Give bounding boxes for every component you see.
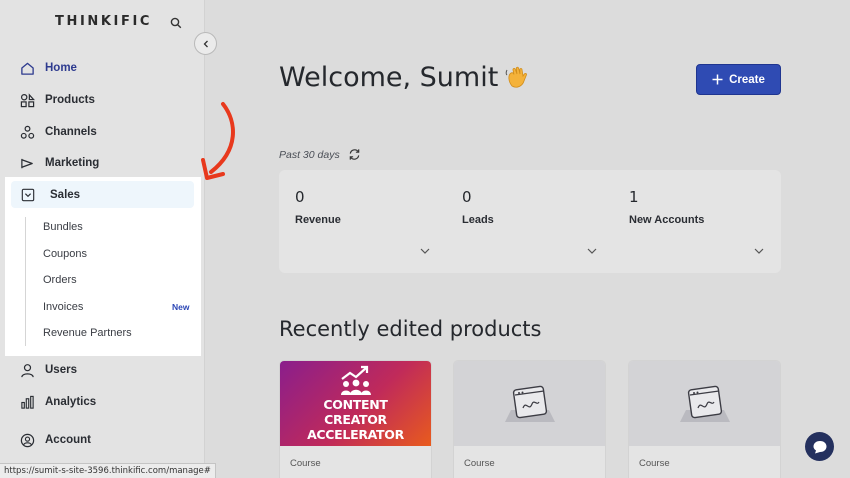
product-type: Course [290, 458, 321, 469]
chat-button[interactable] [805, 432, 834, 461]
sidebar-item-label: Users [45, 364, 77, 376]
chevron-down-icon[interactable] [587, 247, 597, 255]
section-title: Recently edited products [279, 317, 542, 341]
product-card[interactable]: Course [453, 360, 606, 478]
stat-value: 0 [462, 188, 472, 206]
sidebar-item-label: Channels [45, 126, 97, 138]
chevron-down-icon[interactable] [754, 247, 764, 255]
channels-icon [19, 124, 35, 140]
submenu-item-bundles[interactable]: Bundles [43, 221, 83, 233]
sales-icon [20, 187, 36, 203]
chevron-left-icon [203, 40, 208, 47]
stat-label: Leads [462, 214, 494, 226]
product-type: Course [464, 458, 495, 469]
sidebar-item-sales[interactable]: Sales [11, 181, 194, 208]
plus-icon [712, 74, 723, 85]
product-type: Course [639, 458, 670, 469]
course-placeholder-icon [679, 385, 730, 422]
stat-value: 1 [629, 188, 639, 206]
products-icon [19, 92, 35, 108]
product-card[interactable]: Course [628, 360, 781, 478]
sidebar-item-home[interactable]: Home [10, 54, 194, 82]
stat-revenue: 0 Revenue [295, 188, 341, 226]
submenu-item-invoices[interactable]: Invoices [43, 301, 83, 313]
sidebar-item-label: Marketing [45, 157, 100, 169]
analytics-icon [19, 394, 35, 410]
home-icon [19, 60, 35, 76]
product-thumbnail-title: CONTENT CREATOR ACCELERATOR [307, 397, 404, 442]
stat-label: New Accounts [629, 214, 705, 226]
sidebar-item-label: Account [45, 434, 91, 446]
product-thumbnail-placeholder [629, 361, 780, 446]
sidebar-item-label: Sales [50, 188, 81, 201]
sidebar-item-label: Analytics [45, 396, 97, 408]
chevron-down-icon[interactable] [420, 247, 430, 255]
sidebar-item-analytics[interactable]: Analytics [10, 388, 194, 416]
submenu-item-coupons[interactable]: Coupons [43, 248, 87, 260]
annotation-arrow [201, 102, 235, 180]
submenu-divider [25, 217, 26, 346]
account-icon [19, 432, 35, 448]
search-icon[interactable] [170, 16, 182, 29]
stat-new-accounts: 1 New Accounts [629, 188, 704, 226]
submenu-item-orders[interactable]: Orders [43, 274, 77, 286]
sidebar-item-label: Products [45, 94, 95, 106]
growth-people-icon [340, 365, 371, 395]
stat-leads: 0 Leads [462, 188, 494, 226]
stat-label: Revenue [295, 214, 341, 226]
create-button[interactable]: Create [696, 64, 781, 95]
waving-hand-icon [504, 64, 532, 92]
stat-value: 0 [295, 188, 305, 206]
course-placeholder-icon [504, 385, 555, 422]
submenu-item-revenue-partners[interactable]: Revenue Partners [43, 327, 132, 339]
refresh-icon[interactable] [348, 148, 361, 161]
sidebar-item-users[interactable]: Users [10, 356, 194, 384]
collapse-sidebar-button[interactable] [194, 32, 217, 55]
stats-card: 0 Revenue 0 Leads 1 New Accounts [279, 170, 781, 273]
sidebar-item-account[interactable]: Account [10, 426, 194, 454]
chat-icon [813, 440, 826, 453]
brand-logo[interactable]: THINKIFIC [55, 14, 152, 29]
product-thumbnail-placeholder [454, 361, 605, 446]
status-bar-url: https://sumit-s-site-3596.thinkific.com/… [0, 463, 216, 478]
users-icon [19, 362, 35, 378]
marketing-icon [19, 155, 35, 171]
product-thumbnail: CONTENT CREATOR ACCELERATOR [280, 361, 431, 446]
page-title: Welcome, Sumit [279, 62, 532, 93]
new-badge: New [172, 302, 190, 312]
product-card[interactable]: CONTENT CREATOR ACCELERATOR Course [279, 360, 432, 478]
sidebar-item-label: Home [45, 62, 77, 74]
sidebar-item-channels[interactable]: Channels [10, 118, 194, 146]
period-selector: Past 30 days [279, 148, 361, 161]
sidebar-item-products[interactable]: Products [10, 86, 194, 114]
sales-menu-panel: Sales Bundles Coupons Orders Invoices Ne… [5, 177, 201, 356]
sidebar-item-marketing[interactable]: Marketing [10, 149, 194, 177]
